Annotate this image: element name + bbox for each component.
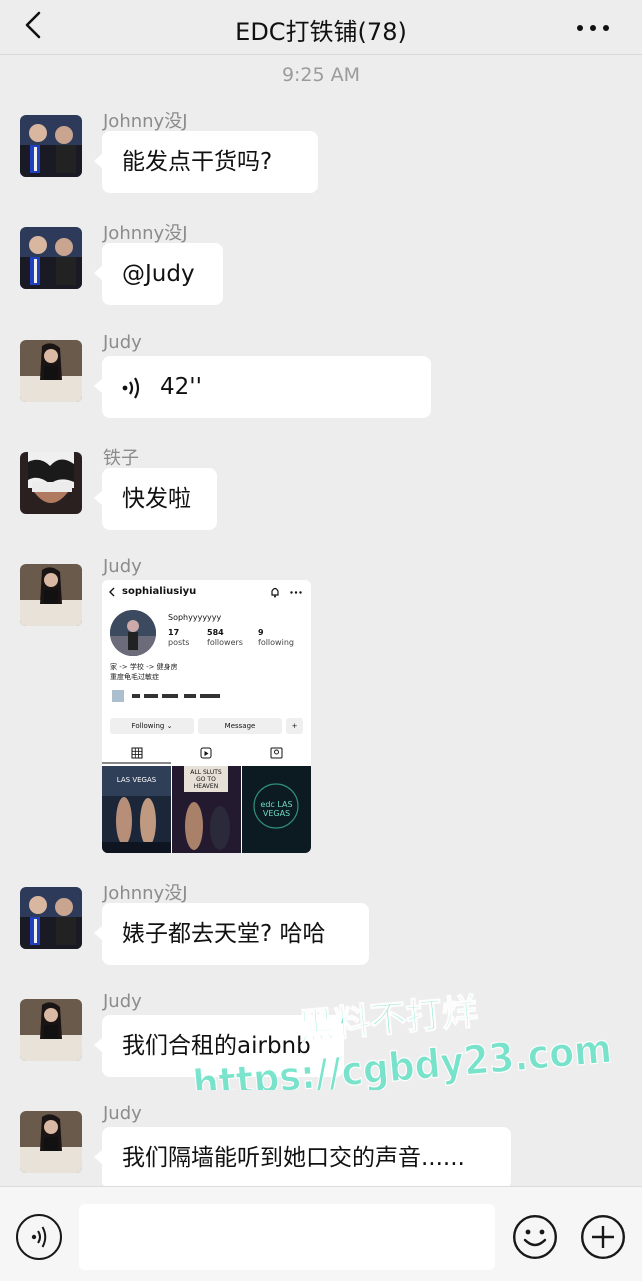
following-stat: 9 following — [258, 628, 294, 647]
post-thumbnail: ALL SLUTS GO TO HEAVEN — [172, 766, 241, 853]
message-bubble[interactable]: @Judy — [94, 243, 223, 305]
reels-icon — [200, 747, 212, 759]
more-options-icon[interactable] — [576, 24, 610, 32]
avatar-judy[interactable] — [20, 999, 82, 1061]
blurred-link — [112, 690, 220, 702]
post-grid: LAS VEGAS ALL SLUTS GO TO HEAVEN edc LAS… — [102, 766, 311, 853]
sender-name: Judy — [103, 1103, 142, 1124]
avatar-johnny[interactable] — [20, 115, 82, 177]
back-arrow-icon — [109, 587, 115, 597]
message-bubble[interactable]: 我们隔墙能听到她口交的声音...... — [94, 1127, 511, 1189]
message-bubble[interactable]: 能发点干货吗? — [94, 131, 318, 193]
add-person-icon: + — [286, 718, 303, 734]
message-bubble[interactable]: 婊子都去天堂? 哈哈 — [94, 903, 369, 965]
profile-handle: sophialiusiyu — [122, 586, 197, 597]
add-plus-icon[interactable] — [580, 1214, 626, 1260]
message-bubble[interactable]: 快发啦 — [94, 468, 217, 530]
sender-name: 铁子 — [103, 448, 139, 469]
avatar-judy[interactable] — [20, 564, 82, 626]
bell-icon — [271, 587, 279, 598]
grid-icon — [131, 747, 143, 759]
following-button: Following ⌄ — [110, 718, 194, 734]
voice-message-bubble[interactable]: 42'' — [94, 356, 431, 418]
sender-name: Judy — [103, 991, 142, 1012]
sender-name: Johnny没J — [103, 111, 188, 132]
chat-header: EDC打铁铺(78) — [0, 0, 642, 55]
input-bar — [0, 1186, 642, 1281]
avatar-johnny[interactable] — [20, 227, 82, 289]
profile-picture — [110, 610, 156, 656]
emoji-icon[interactable] — [512, 1214, 558, 1260]
image-message[interactable]: sophialiusiyu Sophyyyyyyy 17 posts 584 fol… — [102, 580, 311, 853]
sender-name: Judy — [103, 556, 142, 577]
profile-header: sophialiusiyu — [102, 580, 311, 606]
more-options-icon — [290, 591, 302, 594]
message-input[interactable] — [79, 1204, 495, 1270]
post-thumbnail: edc LAS VEGAS — [242, 766, 311, 853]
message-timestamp: 9:25 AM — [281, 64, 361, 86]
voice-duration: 42'' — [160, 374, 202, 400]
sender-name: Johnny没J — [103, 883, 188, 904]
voice-wave-icon — [122, 376, 140, 399]
post-thumbnail: LAS VEGAS — [102, 766, 171, 853]
profile-tabs — [102, 747, 283, 764]
watermark: 黑料不打烊 https://cgbdy23.com — [191, 991, 615, 1090]
sender-name: Judy — [103, 332, 142, 353]
message-button: Message — [198, 718, 282, 734]
followers-stat: 584 followers — [207, 628, 243, 647]
sender-name: Johnny没J — [103, 223, 188, 244]
posts-stat: 17 posts — [168, 628, 190, 647]
voice-input-button[interactable] — [16, 1214, 62, 1260]
profile-bio: 家 -> 学校 -> 健身房 重度龟毛过敏症 — [110, 663, 178, 681]
voice-wave-icon — [31, 1226, 47, 1248]
tagged-icon — [270, 747, 283, 759]
avatar-judy[interactable] — [20, 340, 82, 402]
avatar-tiezi[interactable] — [20, 452, 82, 514]
avatar-judy[interactable] — [20, 1111, 82, 1173]
chat-title: EDC打铁铺(78) — [235, 18, 407, 46]
avatar-johnny[interactable] — [20, 887, 82, 949]
profile-display-name: Sophyyyyyyy — [168, 613, 222, 622]
